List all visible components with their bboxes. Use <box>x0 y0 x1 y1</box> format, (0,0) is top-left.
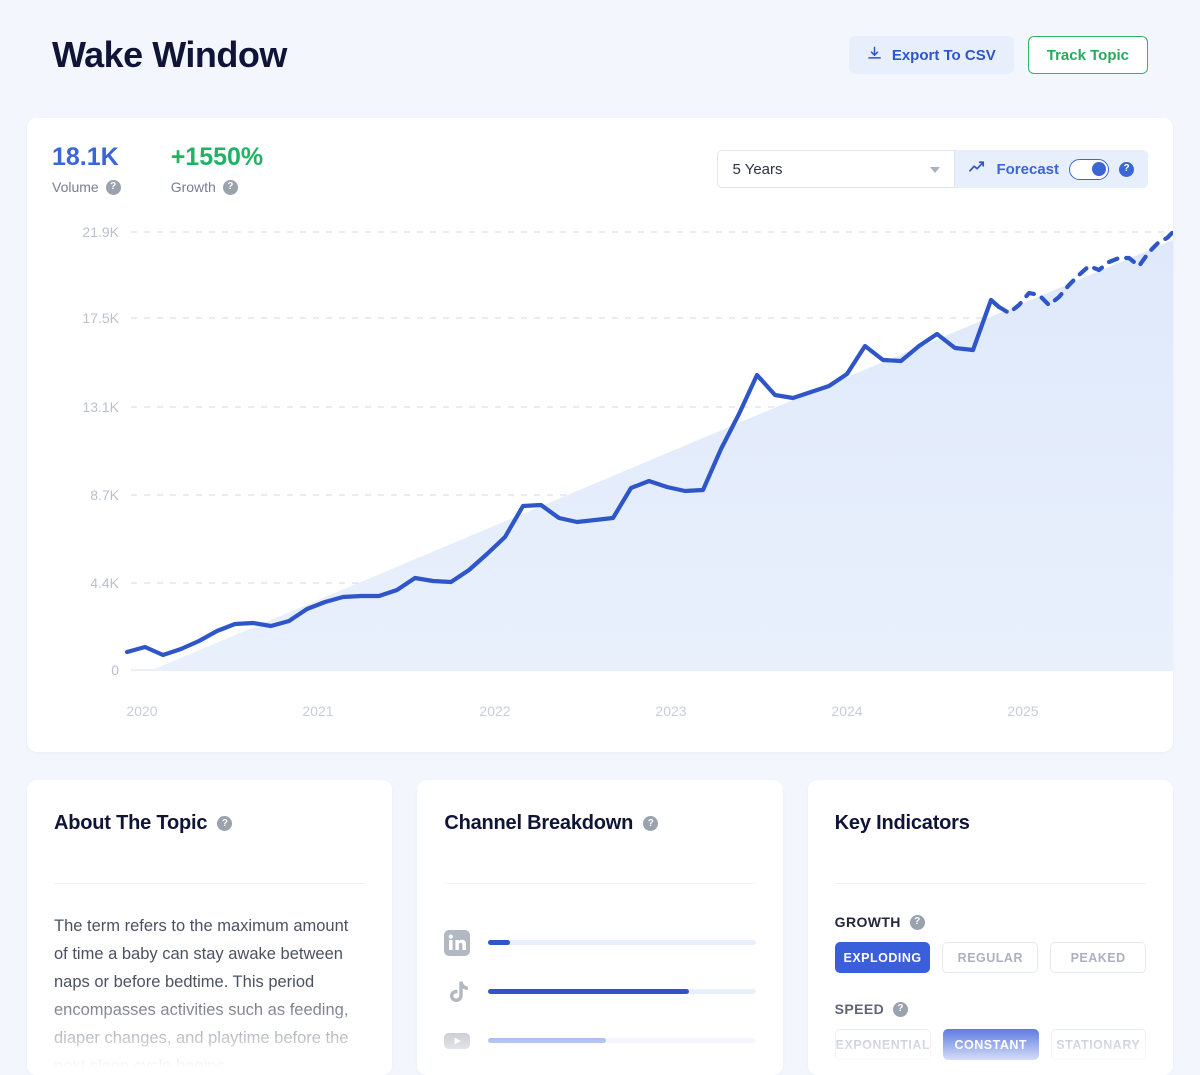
trend-up-icon <box>969 160 986 179</box>
insight-cards: About The Topic ? The term refers to the… <box>27 780 1173 1075</box>
svg-text:4.4K: 4.4K <box>90 575 119 591</box>
svg-text:0: 0 <box>111 662 119 678</box>
svg-text:21.9K: 21.9K <box>82 224 119 240</box>
svg-text:2024: 2024 <box>831 703 862 719</box>
svg-text:13.1K: 13.1K <box>82 399 119 415</box>
chart-controls: 5 Years Forecast ? <box>717 150 1148 188</box>
forecast-label: Forecast <box>996 160 1059 178</box>
indicator-group-growth: GROWTH ? EXPLODING REGULAR PEAKED <box>834 914 1146 973</box>
about-topic-text: The term refers to the maximum amount of… <box>54 917 349 1075</box>
growth-group-label: GROWTH <box>834 914 901 930</box>
growth-value: +1550% <box>170 143 264 171</box>
chart-card: 18.1K Volume ? +1550% Growth ? 5 Years F… <box>27 118 1173 752</box>
about-topic-title: About The Topic <box>54 812 208 834</box>
divider <box>54 883 366 884</box>
channel-row-tiktok <box>444 967 756 1016</box>
volume-chart: 21.9K 17.5K 13.1K 8.7K 4.4K 0 2020 2021 <box>27 218 1173 752</box>
speed-option-constant[interactable]: CONSTANT <box>943 1029 1039 1060</box>
speed-option-exponential[interactable]: EXPONENTIAL <box>834 1029 932 1060</box>
app-root: Wake Window Export To CSV Track Topic 18… <box>0 0 1200 1075</box>
growth-option-peaked[interactable]: PEAKED <box>1050 942 1146 973</box>
chevron-down-icon <box>930 167 941 173</box>
volume-label-row: Volume ? <box>52 179 121 195</box>
key-indicators-title-row: Key Indicators <box>835 812 1146 835</box>
volume-label: Volume <box>52 179 99 195</box>
growth-group-label-row: GROWTH ? <box>835 914 1146 930</box>
chart-x-axis: 2020 2021 2022 2023 2024 2025 <box>126 703 1038 719</box>
time-range-select[interactable]: 5 Years <box>717 150 956 188</box>
linkedin-icon <box>444 929 471 956</box>
svg-text:2021: 2021 <box>302 703 333 719</box>
growth-help-icon[interactable]: ? <box>222 179 238 195</box>
page-header: Wake Window Export To CSV Track Topic <box>0 0 1200 110</box>
growth-label-row: Growth ? <box>171 179 263 195</box>
channel-bar-track <box>488 940 756 945</box>
volume-stat: 18.1K Volume ? <box>52 142 121 195</box>
growth-stat: +1550% Growth ? <box>171 142 263 195</box>
channel-bar-fill <box>488 1038 606 1043</box>
indicator-group-speed: SPEED ? EXPONENTIAL CONSTANT STATIONARY <box>834 1001 1146 1060</box>
key-indicators-title: Key Indicators <box>834 812 970 834</box>
channel-row-linkedin <box>444 918 756 967</box>
key-indicators-card: Key Indicators GROWTH ? EXPLODING REGULA… <box>807 780 1173 1075</box>
download-icon <box>867 46 882 65</box>
channel-breakdown-card: Channel Breakdown ? <box>417 780 783 1075</box>
svg-text:2020: 2020 <box>126 703 157 719</box>
about-topic-help-icon[interactable]: ? <box>217 816 233 831</box>
growth-option-regular[interactable]: REGULAR <box>942 942 1039 973</box>
volume-help-icon[interactable]: ? <box>105 179 121 195</box>
channel-breakdown-title: Channel Breakdown <box>444 812 634 834</box>
channel-bar-fill <box>488 989 689 994</box>
channel-breakdown-help-icon[interactable]: ? <box>643 816 659 831</box>
track-topic-button[interactable]: Track Topic <box>1027 36 1148 74</box>
speed-group-help-icon[interactable]: ? <box>893 1001 909 1017</box>
channel-bar-track <box>488 989 756 994</box>
forecast-toggle[interactable] <box>1069 158 1109 180</box>
about-topic-card: About The Topic ? The term refers to the… <box>27 780 393 1075</box>
svg-text:2025: 2025 <box>1007 703 1038 719</box>
export-to-csv-label: Export To CSV <box>891 46 996 64</box>
svg-text:2023: 2023 <box>655 703 686 719</box>
svg-text:17.5K: 17.5K <box>82 310 119 326</box>
forecast-control: Forecast ? <box>955 150 1148 188</box>
growth-label: Growth <box>170 179 216 195</box>
channel-bar-fill <box>488 940 510 945</box>
svg-text:2022: 2022 <box>479 703 510 719</box>
chart-svg: 21.9K 17.5K 13.1K 8.7K 4.4K 0 2020 2021 <box>82 224 1173 719</box>
channel-row-instagram <box>444 1065 755 1075</box>
growth-option-exploding[interactable]: EXPLODING <box>834 942 931 973</box>
chart-y-axis: 21.9K 17.5K 13.1K 8.7K 4.4K 0 <box>82 224 119 678</box>
growth-group-help-icon[interactable]: ? <box>909 914 925 930</box>
svg-text:8.7K: 8.7K <box>90 487 119 503</box>
toggle-knob <box>1092 161 1106 176</box>
time-range-value: 5 Years <box>732 160 783 178</box>
header-actions: Export To CSV Track Topic <box>848 36 1148 74</box>
speed-group-label: SPEED <box>834 1001 885 1017</box>
volume-value: 18.1K <box>52 143 119 171</box>
divider <box>444 883 756 884</box>
speed-option-stationary[interactable]: STATIONARY <box>1050 1029 1146 1060</box>
growth-options: EXPLODING REGULAR PEAKED <box>834 942 1146 973</box>
page-title: Wake Window <box>52 34 287 75</box>
youtube-icon <box>444 1028 471 1054</box>
export-to-csv-button[interactable]: Export To CSV <box>848 36 1014 74</box>
channel-rows <box>444 918 756 1075</box>
about-topic-title-row: About The Topic ? <box>54 812 365 835</box>
channel-row-youtube <box>444 1016 756 1065</box>
channel-bar-track <box>488 1038 756 1043</box>
tiktok-icon <box>444 979 470 1005</box>
divider <box>834 883 1146 884</box>
channel-breakdown-title-row: Channel Breakdown ? <box>444 812 755 835</box>
speed-group-label-row: SPEED ? <box>835 1001 1146 1017</box>
forecast-help-icon[interactable]: ? <box>1119 161 1134 177</box>
speed-options: EXPONENTIAL CONSTANT STATIONARY <box>834 1029 1146 1060</box>
